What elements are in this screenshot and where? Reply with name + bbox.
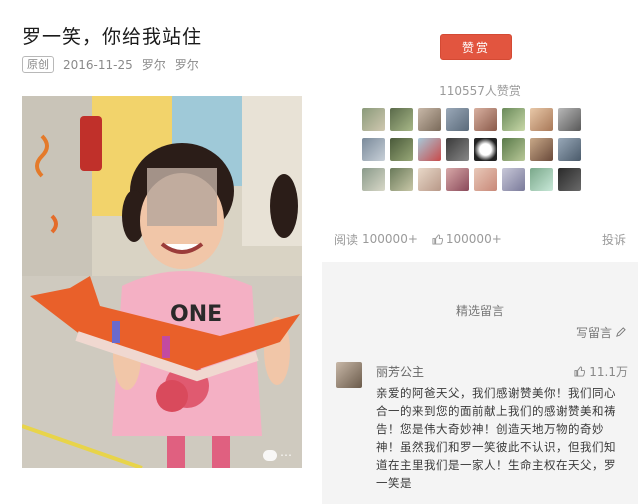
article-photo: ONE ⋯ [22,96,302,468]
avatar[interactable] [474,168,497,191]
avatar[interactable] [446,168,469,191]
avatar[interactable] [362,108,385,131]
watermark-dots: ⋯ [280,448,292,462]
article-stats: 阅读 100000+ 100000+ 投诉 [334,228,626,250]
author-link[interactable]: 罗尔 [142,56,166,73]
write-comment-label: 写留言 [575,326,612,340]
avatar[interactable] [390,168,413,191]
comments-title: 精选留言 [455,304,504,318]
avatar[interactable] [390,138,413,161]
avatar[interactable] [390,108,413,131]
author-name: 罗尔 [174,58,199,72]
avatar[interactable] [362,168,385,191]
comment-like-button[interactable]: 11.1万 [574,363,628,380]
avatar[interactable] [418,108,441,131]
avatar[interactable] [418,138,441,161]
article-title: 罗一笑，你给我站住 [22,26,203,48]
comment-like-count: 11.1万 [589,365,628,379]
avatar[interactable] [558,108,581,131]
comment-avatar[interactable] [336,362,362,388]
like-button[interactable]: 100000+ [432,232,502,246]
avatar[interactable] [502,138,525,161]
photo-illustration: ONE [22,96,302,468]
report-link[interactable]: 投诉 [602,231,626,248]
avatar[interactable] [418,168,441,191]
avatar[interactable] [530,168,553,191]
reward-count: 110557人赞赏 [439,84,521,98]
publish-date: 2016-11-25 [63,57,133,72]
comment-author: 丽芳公主 [376,365,425,379]
avatar[interactable] [530,138,553,161]
svg-text:ONE: ONE [170,302,222,327]
avatar[interactable] [502,108,525,131]
comments-section: 精选留言 写留言 丽芳公主 11.1万 亲爱的阿爸天父，我们感谢赞美你！我们同心… [322,262,638,504]
avatar[interactable] [362,138,385,161]
avatar[interactable] [446,138,469,161]
wechat-icon [263,449,277,461]
original-badge: 原创 [22,56,54,73]
write-comment-button[interactable]: 写留言 [576,324,626,341]
avatar[interactable] [558,168,581,191]
reward-avatar-grid [362,108,581,191]
thumbs-up-icon [574,366,586,377]
side-panel: 赞赏 110557人赞赏 阅读 100000+ 100000+ 投诉 精选留言 … [322,0,638,504]
avatar[interactable] [502,168,525,191]
comment-text: 亲爱的阿爸天父，我们感谢赞美你！我们同心合一的来到您的面前献上我们的感谢赞美和祷… [376,386,616,490]
reward-button[interactable]: 赞赏 [440,34,512,60]
like-count: 100000+ [445,232,502,246]
article-panel: 罗一笑，你给我站住 原创 2016-11-25 罗尔 罗尔 ONE ⋯ [0,0,318,504]
photo-watermark: ⋯ [263,448,292,462]
thumbs-up-icon [432,233,443,245]
read-count: 100000+ [362,232,418,246]
avatar[interactable] [558,138,581,161]
avatar[interactable] [474,108,497,131]
article-meta: 原创 2016-11-25 罗尔 罗尔 [22,56,199,73]
avatar[interactable] [446,108,469,131]
avatar[interactable] [530,108,553,131]
avatar[interactable] [474,138,497,161]
read-label: 阅读 [334,232,359,247]
pencil-icon [616,327,626,337]
